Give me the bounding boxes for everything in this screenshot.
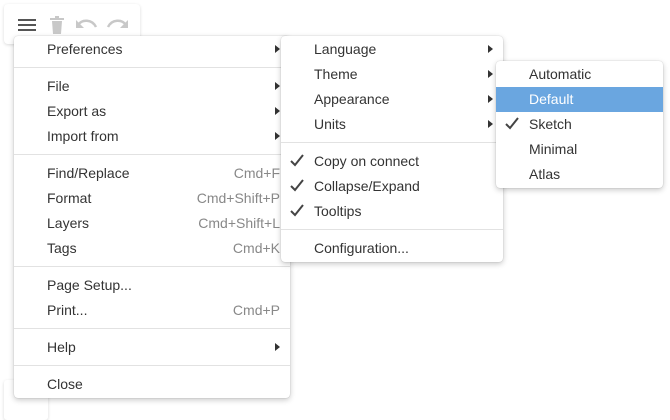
menu-item-label: Copy on connect (314, 153, 420, 169)
main-menu-item-find-replace[interactable]: Find/Replace Cmd+F (14, 161, 290, 186)
menu-item-label: Layers (47, 215, 90, 231)
preferences-item-collapse-expand[interactable]: Collapse/Expand (281, 174, 503, 199)
submenu-arrow-icon (488, 120, 493, 128)
menu-item-label: Export as (47, 103, 107, 119)
checkmark-icon (290, 152, 304, 168)
menu-item-label: Theme (314, 66, 358, 82)
preferences-item-copy-on-connect[interactable]: Copy on connect (281, 149, 503, 174)
submenu-arrow-icon (275, 82, 280, 90)
shortcut-label: Cmd+K (232, 240, 280, 256)
menu-item-label: File (47, 78, 70, 94)
menu-separator (14, 67, 290, 68)
main-menu-item-close[interactable]: Close (14, 372, 290, 397)
menu-item-label: Configuration... (314, 240, 409, 256)
menu-item-label: Format (47, 190, 92, 206)
theme-item-minimal[interactable]: Minimal (496, 137, 663, 162)
menu-separator (281, 229, 503, 230)
menu-item-label: Collapse/Expand (314, 178, 420, 194)
submenu-arrow-icon (275, 132, 280, 140)
submenu-arrow-icon (275, 45, 280, 53)
main-menu-item-import-from[interactable]: Import from (14, 124, 290, 149)
undo-icon[interactable] (76, 14, 98, 36)
shortcut-label: Cmd+P (232, 302, 280, 318)
menu-separator (14, 365, 290, 366)
menu-item-label: Default (529, 91, 574, 107)
preferences-submenu: Language Theme Appearance Units Copy on conn… (281, 36, 503, 262)
menu-separator (281, 142, 503, 143)
menu-item-label: Import from (47, 128, 119, 144)
menu-item-label: Preferences (47, 41, 123, 57)
menu-item-label: Print... (47, 302, 88, 318)
menu-separator (14, 328, 290, 329)
submenu-arrow-icon (275, 107, 280, 115)
main-menu-item-help[interactable]: Help (14, 335, 290, 360)
submenu-arrow-icon (488, 95, 493, 103)
main-menu: Preferences File Export as Import from Find/… (14, 36, 290, 398)
main-menu-item-export-as[interactable]: Export as (14, 99, 290, 124)
main-menu-item-file[interactable]: File (14, 74, 290, 99)
theme-item-automatic[interactable]: Automatic (496, 62, 663, 87)
menu-item-label: Units (314, 116, 346, 132)
submenu-arrow-icon (488, 70, 493, 78)
theme-item-atlas[interactable]: Atlas (496, 162, 663, 187)
main-menu-item-preferences[interactable]: Preferences (14, 37, 290, 62)
preferences-item-tooltips[interactable]: Tooltips (281, 199, 503, 224)
main-menu-item-tags[interactable]: Tags Cmd+K (14, 236, 290, 261)
preferences-item-units[interactable]: Units (281, 112, 503, 137)
menu-item-label: Atlas (529, 166, 561, 182)
submenu-arrow-icon (488, 45, 493, 53)
preferences-item-appearance[interactable]: Appearance (281, 87, 503, 112)
menu-item-label: Tags (47, 240, 77, 256)
main-menu-item-format[interactable]: Format Cmd+Shift+P (14, 186, 290, 211)
trash-icon[interactable] (46, 14, 68, 36)
menu-item-label: Close (47, 376, 83, 392)
checkmark-icon (505, 115, 519, 131)
menu-item-label: Automatic (529, 66, 592, 82)
redo-icon[interactable] (106, 14, 128, 36)
main-menu-item-page-setup[interactable]: Page Setup... (14, 273, 290, 298)
shortcut-label: Cmd+F (233, 165, 280, 181)
theme-item-sketch[interactable]: Sketch (496, 112, 663, 137)
menu-item-label: Language (314, 41, 377, 57)
menu-icon[interactable] (16, 14, 38, 36)
menu-separator (14, 266, 290, 267)
preferences-item-language[interactable]: Language (281, 37, 503, 62)
menu-item-label: Find/Replace (47, 165, 130, 181)
main-menu-item-layers[interactable]: Layers Cmd+Shift+L (14, 211, 290, 236)
theme-item-default[interactable]: Default (496, 87, 663, 112)
checkmark-icon (290, 202, 304, 218)
menu-item-label: Page Setup... (47, 277, 132, 293)
theme-submenu: Automatic Default Sketch Minimal Atlas (496, 61, 663, 188)
menu-item-label: Tooltips (314, 203, 362, 219)
main-menu-item-print[interactable]: Print... Cmd+P (14, 298, 290, 323)
menu-item-label: Minimal (529, 141, 578, 157)
submenu-arrow-icon (275, 343, 280, 351)
menu-item-label: Appearance (314, 91, 390, 107)
preferences-item-configuration[interactable]: Configuration... (281, 236, 503, 261)
menu-item-label: Help (47, 339, 76, 355)
menu-item-label: Sketch (529, 116, 572, 132)
preferences-item-theme[interactable]: Theme (281, 62, 503, 87)
shortcut-label: Cmd+Shift+P (196, 190, 280, 206)
menu-separator (14, 154, 290, 155)
checkmark-icon (290, 177, 304, 193)
shortcut-label: Cmd+Shift+L (198, 215, 280, 231)
